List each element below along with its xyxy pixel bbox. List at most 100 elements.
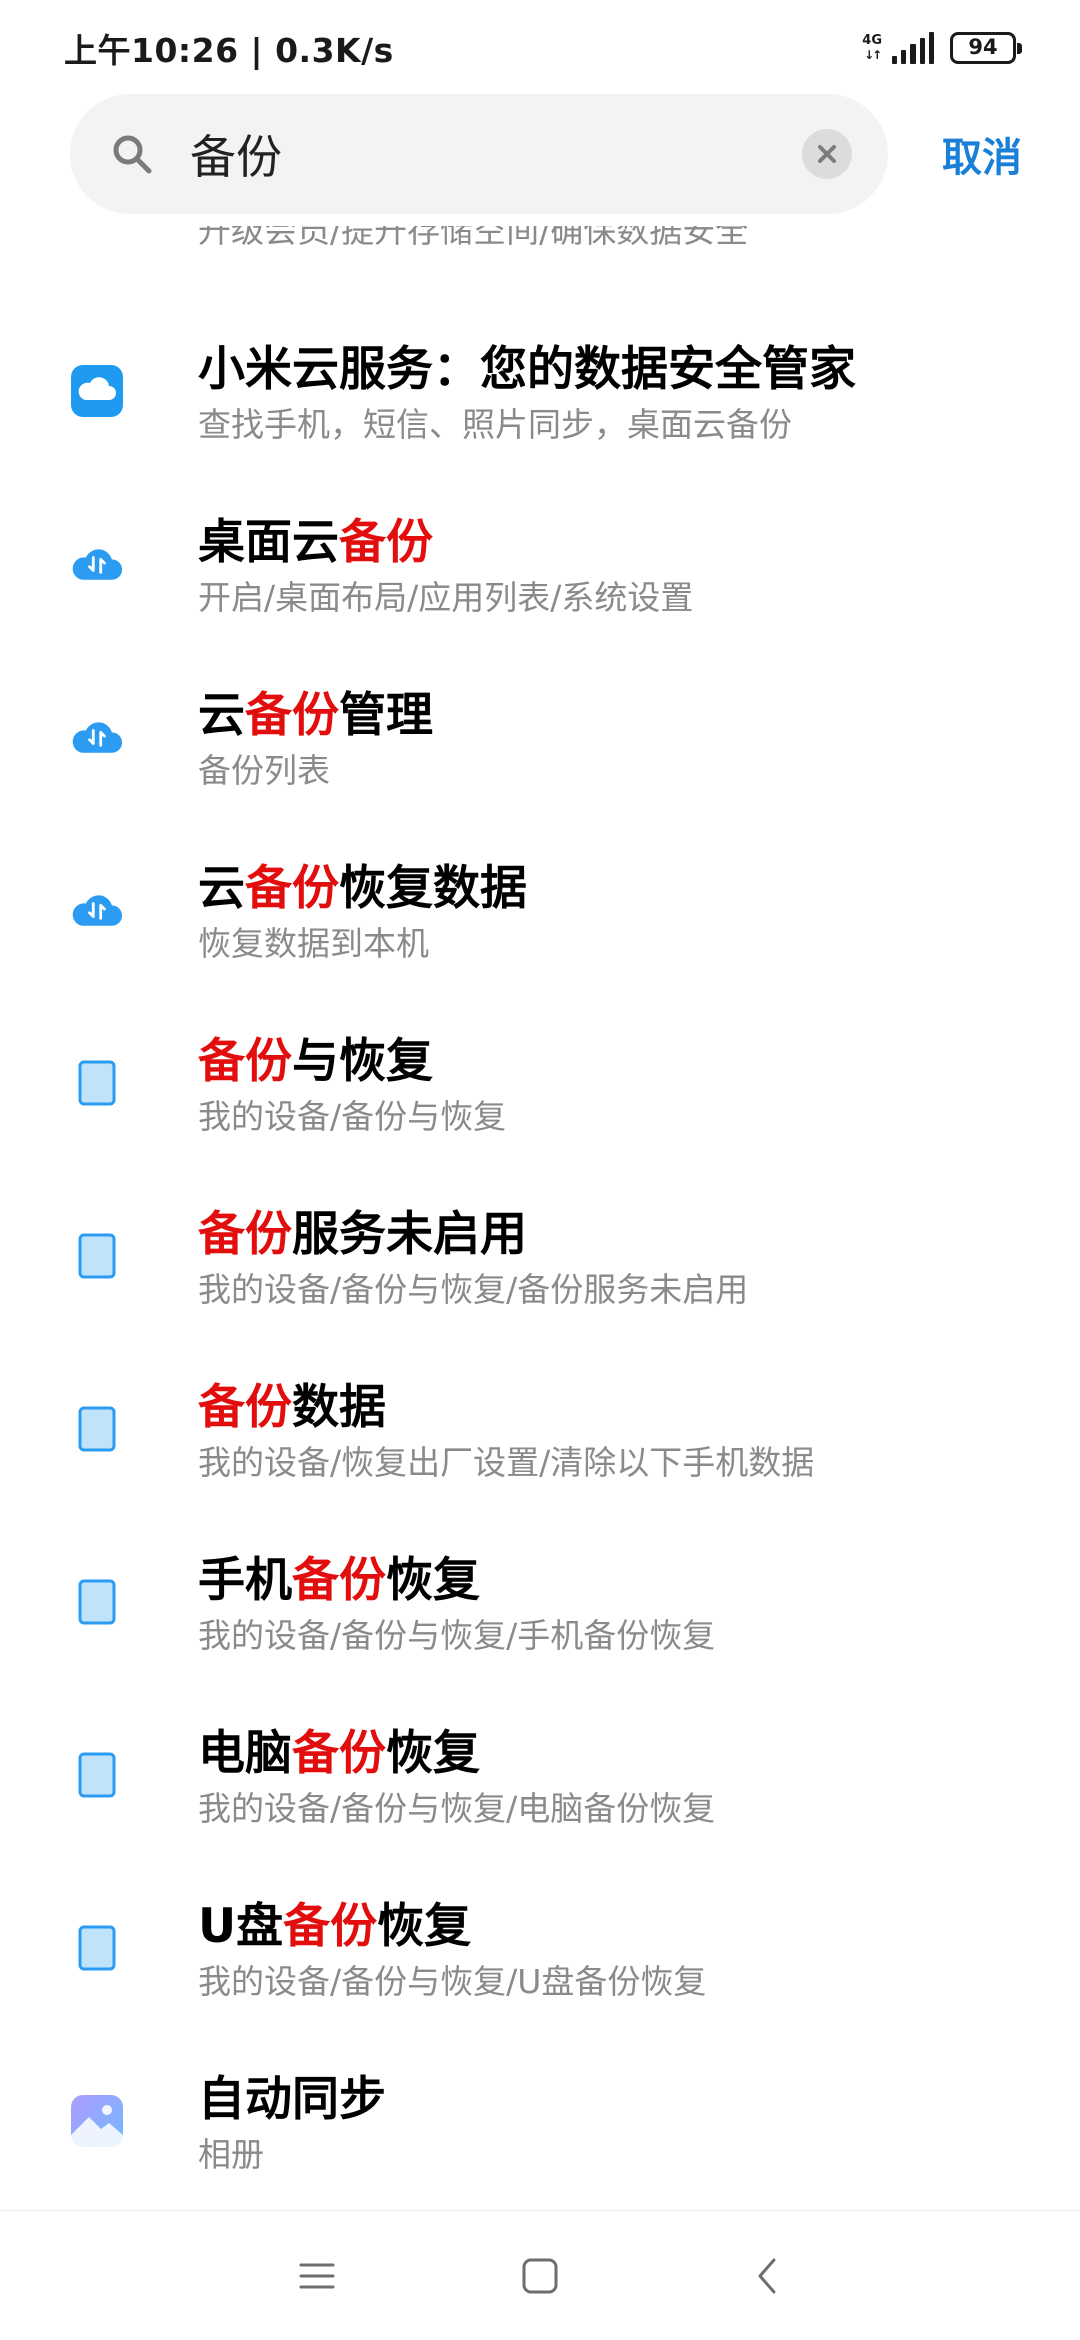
- result-subtitle: 备份列表: [198, 751, 330, 790]
- result-subtitle: 恢复数据到本机: [198, 924, 429, 963]
- result-title: 小米云服务：您的数据安全管家: [198, 340, 1080, 400]
- search-result-item[interactable]: 手机备份恢复我的设备/备份与恢复/手机备份恢复: [0, 1521, 1080, 1694]
- menu-icon: [299, 2263, 335, 2289]
- result-title-text: U盘: [198, 1899, 284, 1954]
- device-icon: [71, 1230, 123, 1282]
- home-button[interactable]: [510, 2246, 570, 2306]
- status-bar: 上午10:26 | 0.3K/s 4G ↓↑ 94: [0, 0, 1080, 95]
- result-title-text: 恢复: [386, 1726, 480, 1781]
- result-icon-container: [0, 1867, 198, 2040]
- back-icon: [758, 2258, 776, 2294]
- result-title-text: 恢复: [377, 1899, 472, 1954]
- result-title-highlight: 备份: [198, 1034, 292, 1089]
- result-title-text: 恢复数据: [339, 861, 527, 916]
- device-icon: [71, 1403, 123, 1455]
- result-text: 备份服务未启用我的设备/备份与恢复/备份服务未启用: [198, 1175, 1080, 1313]
- result-title-highlight: 备份: [339, 515, 433, 570]
- result-title-text: 数据: [292, 1380, 386, 1435]
- result-text: 备份与恢复我的设备/备份与恢复: [198, 1002, 1080, 1140]
- result-title-highlight: 备份: [198, 1380, 292, 1435]
- device-icon: [71, 1057, 123, 1109]
- result-text: 云备份恢复数据 恢复数据到本机: [198, 829, 1080, 967]
- result-title-text: 云: [198, 688, 245, 743]
- xiaomi-cloud-icon: [71, 365, 123, 417]
- home-icon: [522, 2258, 558, 2294]
- partial-result-item[interactable]: 升级会员/提升存储空间/确保数据安全: [198, 226, 1058, 274]
- result-icon-container: [0, 1694, 198, 1867]
- search-result-item[interactable]: 云备份恢复数据 恢复数据到本机: [0, 829, 1080, 1002]
- clear-search-button[interactable]: [802, 129, 852, 179]
- battery-level: 94: [968, 35, 998, 59]
- device-icon: [71, 1922, 123, 1974]
- search-icon: [106, 128, 158, 180]
- search-result-item[interactable]: 备份与恢复我的设备/备份与恢复: [0, 1002, 1080, 1175]
- result-title-text: 云: [198, 861, 245, 916]
- search-result-item[interactable]: 云备份管理备份列表: [0, 656, 1080, 829]
- result-title-text: 与恢复: [292, 1034, 433, 1089]
- search-result-item[interactable]: 桌面云备份开启/桌面布局/应用列表/系统设置: [0, 483, 1080, 656]
- result-subtitle: 我的设备/备份与恢复: [198, 1097, 507, 1136]
- menu-button[interactable]: [287, 2246, 347, 2306]
- signal-strength-icon: [892, 31, 935, 64]
- result-icon-container: [0, 1002, 198, 1175]
- result-subtitle: 我的设备/备份与恢复/U盘备份恢复: [198, 1962, 707, 2001]
- result-title: 备份数据: [198, 1378, 1080, 1438]
- result-title-text: 服务未启用: [292, 1207, 527, 1262]
- search-result-item[interactable]: 备份数据我的设备/恢复出厂设置/清除以下手机数据: [0, 1348, 1080, 1521]
- search-result-item[interactable]: 电脑备份恢复 我的设备/备份与恢复/电脑备份恢复: [0, 1694, 1080, 1867]
- result-subtitle: 我的设备/备份与恢复/备份服务未启用: [198, 1270, 749, 1309]
- result-title-text: 恢复: [386, 1553, 480, 1608]
- result-icon-container: [0, 656, 198, 829]
- search-result-item[interactable]: 小米云服务：您的数据安全管家查找手机，短信、照片同步，桌面云备份: [0, 310, 1080, 483]
- result-title-text: 管理: [339, 688, 433, 743]
- result-subtitle: 开启/桌面布局/应用列表/系统设置: [198, 578, 694, 617]
- search-result-item[interactable]: 自动同步 相册: [0, 2040, 1080, 2210]
- result-icon-container: [0, 2040, 198, 2210]
- search-results-list[interactable]: 小米云服务：您的数据安全管家 查找手机，短信、照片同步，桌面云备份 桌面云备份 开启/…: [0, 310, 1080, 2210]
- result-title: 手机备份恢复: [198, 1551, 1080, 1611]
- result-icon-container: [0, 1348, 198, 1521]
- device-icon: [71, 1749, 123, 1801]
- gallery-icon: [71, 2095, 123, 2147]
- result-subtitle: 相册: [198, 2135, 264, 2174]
- search-result-item[interactable]: 备份服务未启用我的设备/备份与恢复/备份服务未启用: [0, 1175, 1080, 1348]
- cloud-sync-icon: [71, 538, 123, 590]
- result-title: U盘备份恢复: [198, 1897, 1080, 1957]
- result-title-text: 小米云服务：您的数据安全管家: [198, 342, 856, 397]
- settings-search-screen: 上午10:26 | 0.3K/s 4G ↓↑ 94 备份 取消 升级会员/提升存…: [0, 0, 1080, 2340]
- result-subtitle: 查找手机，短信、照片同步，桌面云备份: [198, 405, 792, 444]
- cancel-button[interactable]: 取消: [942, 125, 1022, 183]
- result-title-highlight: 备份: [292, 1726, 386, 1781]
- network-type-label: 4G: [862, 32, 882, 48]
- result-title-highlight: 备份: [292, 1553, 386, 1608]
- result-title: 备份服务未启用: [198, 1205, 1080, 1265]
- result-subtitle: 我的设备/备份与恢复/手机备份恢复: [198, 1616, 716, 1655]
- result-subtitle: 我的设备/恢复出厂设置/清除以下手机数据: [198, 1443, 815, 1482]
- back-button[interactable]: [738, 2246, 798, 2306]
- status-indicators: 4G ↓↑ 94: [862, 31, 1022, 64]
- search-result-item[interactable]: U盘备份恢复我的设备/备份与恢复/U盘备份恢复: [0, 1867, 1080, 2040]
- result-text: 备份数据我的设备/恢复出厂设置/清除以下手机数据: [198, 1348, 1080, 1486]
- result-text: 手机备份恢复我的设备/备份与恢复/手机备份恢复: [198, 1521, 1080, 1659]
- result-icon-container: [0, 1521, 198, 1694]
- result-title: 桌面云备份: [198, 513, 1080, 573]
- result-title-highlight: 备份: [283, 1899, 378, 1954]
- result-title-highlight: 备份: [198, 1207, 292, 1262]
- result-text: 电脑备份恢复 我的设备/备份与恢复/电脑备份恢复: [198, 1694, 1080, 1832]
- cloud-sync-icon: [71, 884, 123, 936]
- result-icon-container: [0, 1175, 198, 1348]
- result-text: 云备份管理备份列表: [198, 656, 1080, 794]
- result-title-text: 桌面云: [198, 515, 339, 570]
- result-text: U盘备份恢复我的设备/备份与恢复/U盘备份恢复: [198, 1867, 1080, 2005]
- result-title-text: 电脑: [198, 1726, 292, 1781]
- result-title: 电脑备份恢复: [198, 1724, 1080, 1784]
- partial-result-subtitle: 升级会员/提升存储空间/确保数据安全: [198, 226, 749, 250]
- result-title-text: 自动同步: [198, 2072, 386, 2127]
- result-title: 云备份管理: [198, 686, 1080, 746]
- search-input[interactable]: [190, 124, 802, 184]
- close-icon: [818, 145, 836, 163]
- network-type-indicator: 4G ↓↑: [862, 32, 882, 62]
- result-text: 小米云服务：您的数据安全管家查找手机，短信、照片同步，桌面云备份: [198, 310, 1080, 448]
- result-title: 备份与恢复: [198, 1032, 1080, 1092]
- search-box[interactable]: [70, 94, 888, 214]
